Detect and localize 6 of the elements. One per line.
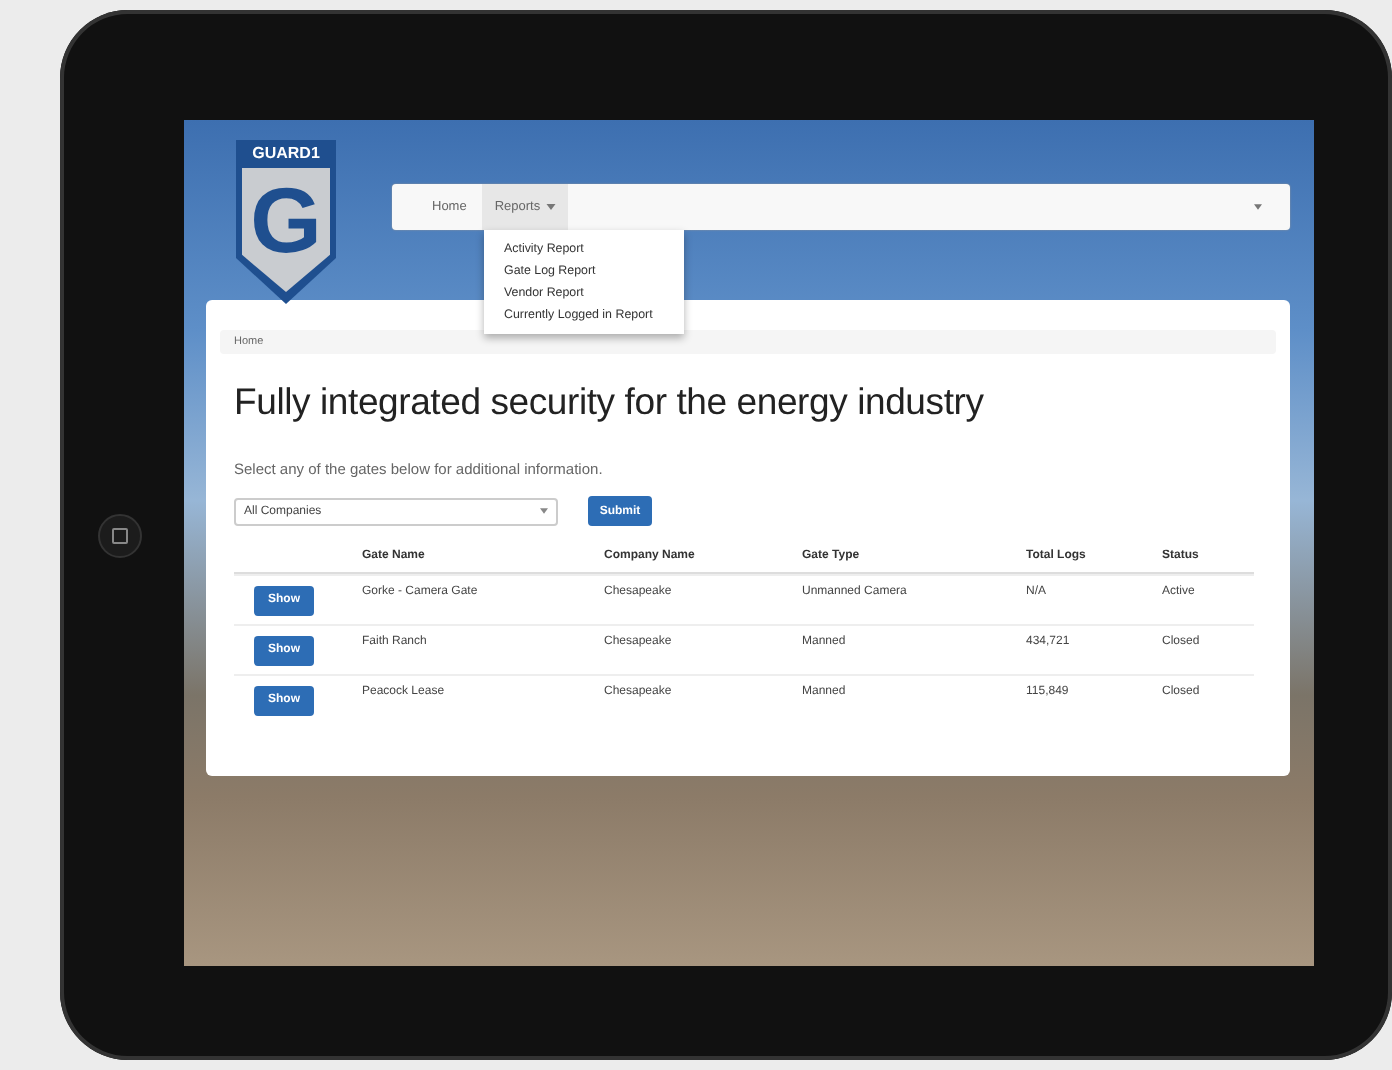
home-button[interactable] bbox=[98, 514, 142, 558]
caret-icon bbox=[1254, 204, 1262, 210]
page-heading: Fully integrated security for the energy industry bbox=[234, 380, 986, 424]
caret-icon bbox=[540, 508, 548, 514]
logo-wordmark: GUARD1 bbox=[252, 144, 320, 164]
logo-letter: G bbox=[250, 168, 322, 276]
